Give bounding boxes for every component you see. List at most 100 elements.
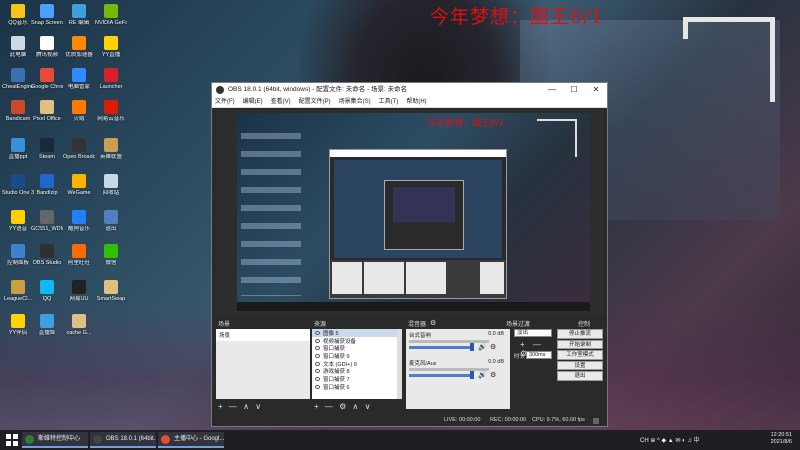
menu-item[interactable]: 编辑(E) [243, 97, 263, 107]
menu-item[interactable]: 配置文件(P) [299, 97, 331, 107]
desktop-icon[interactable]: OBS Studio [31, 244, 63, 266]
source-item[interactable]: 文本 (GDI+) 9 [312, 360, 402, 368]
control-button[interactable]: 设置 [557, 360, 603, 370]
taskbar-clock[interactable]: 12:20:51 2021/8/6 [771, 432, 792, 446]
desktop-icon[interactable]: 网易UU [63, 280, 95, 302]
speaker-icon[interactable]: 🔊 [478, 371, 487, 379]
app-icon [11, 174, 25, 188]
obs-window[interactable]: OBS 18.0.1 (64bit, windows) - 配置文件: 未命名 … [211, 82, 608, 427]
source-item[interactable]: 窗口捕获 7 [312, 375, 402, 383]
desktop-icon-label: 控制面板 [6, 260, 29, 266]
desktop-icon[interactable]: QQ [31, 280, 63, 302]
desktop-icon[interactable]: Open Broadcaster [63, 138, 95, 160]
source-item[interactable]: 视频捕获设备 [312, 337, 402, 345]
desktop-icon[interactable]: 优质加速器 [63, 36, 95, 58]
maximize-button[interactable]: ☐ [563, 83, 585, 97]
speaker-icon[interactable]: 🔊 [478, 343, 487, 351]
scene-item[interactable]: 场景 [216, 329, 310, 341]
clock-date: 2021/8/6 [770, 439, 792, 445]
desktop-icon[interactable]: YY直播 [95, 36, 127, 58]
sources-toolbar[interactable]: + — ⚙ ∧ ∨ [314, 402, 372, 411]
transition-select[interactable]: 淡出 [514, 329, 552, 337]
desktop-icon[interactable]: YY伴侣 [2, 314, 34, 336]
visibility-eye-icon[interactable] [315, 346, 320, 351]
visibility-eye-icon[interactable] [315, 338, 320, 343]
desktop-icon[interactable]: RE 编辑 [63, 4, 95, 26]
windows-start-icon[interactable] [6, 434, 18, 446]
taskbar-app-button[interactable]: OBS 18.0.1 (64bit... [90, 432, 156, 448]
desktop-icon[interactable]: 此电脑 [2, 36, 34, 58]
control-button[interactable]: 停止推流 [557, 329, 603, 339]
scenes-list[interactable]: 场景 [216, 329, 310, 399]
source-item[interactable]: 窗口捕获 [312, 344, 402, 352]
desktop-icon[interactable]: 直播ppt [2, 138, 34, 160]
desktop-icon[interactable]: Steam [31, 138, 63, 160]
close-button[interactable]: ✕ [585, 83, 607, 97]
sources-list[interactable]: 图像 5 视频捕获设备 窗口捕获 窗口捕获 9 文本 (GDI+) 9 游戏捕获 8 窗口捕… [312, 329, 402, 399]
source-item[interactable]: 窗口捕获 9 [312, 352, 402, 360]
visibility-eye-icon[interactable] [315, 369, 320, 374]
desktop-icon[interactable]: 回收站 [95, 174, 127, 196]
desktop-icon[interactable]: 电脑管家 [63, 68, 95, 90]
source-item[interactable]: 窗口捕获 6 [312, 383, 402, 391]
gear-icon[interactable]: ⚙ [490, 343, 496, 351]
obs-preview[interactable]: 今年梦想：国王0/1 [216, 110, 604, 315]
volume-slider-handle[interactable] [470, 343, 474, 351]
desktop-icon[interactable]: Pixel Office [31, 100, 63, 122]
desktop-icon[interactable]: Studio One 3 [2, 174, 34, 196]
desktop-icon[interactable]: cache G... [63, 314, 95, 336]
visibility-eye-icon[interactable] [315, 353, 320, 358]
obs-title-bar[interactable]: OBS 18.0.1 (64bit, windows) - 配置文件: 未命名 … [212, 83, 607, 97]
duration-input[interactable]: 300ms [526, 351, 552, 359]
desktop-icon[interactable]: 直播姬 [31, 314, 63, 336]
desktop-icon[interactable]: 微信 [95, 244, 127, 266]
desktop-icon[interactable]: GC551_WDM [31, 210, 63, 232]
desktop-icon[interactable]: NVIDIA GeForce [95, 4, 127, 26]
desktop-icon[interactable]: Google Chrome [31, 68, 63, 90]
desktop-icon[interactable]: Launcher [95, 68, 127, 90]
volume-slider[interactable] [409, 374, 473, 377]
mixer-settings-icon[interactable]: ⚙ [430, 319, 436, 327]
desktop-icon[interactable]: Bandizip [31, 174, 63, 196]
desktop-icon[interactable]: 英雄联盟 [95, 138, 127, 160]
desktop-icon[interactable]: 酷狗音乐 [63, 210, 95, 232]
control-button[interactable]: 退出 [557, 371, 603, 381]
desktop-icon[interactable]: 腾讯视频 [31, 36, 63, 58]
taskbar-app-button[interactable]: 主播中心 - Googl... [158, 432, 224, 448]
app-icon [40, 314, 54, 328]
desktop-icon[interactable]: QQ音乐 [2, 4, 34, 26]
taskbar-app-button[interactable]: 斯维特控制中心 [22, 432, 88, 448]
menu-item[interactable]: 查看(V) [271, 97, 291, 107]
visibility-eye-icon[interactable] [315, 361, 320, 366]
visibility-eye-icon[interactable] [315, 376, 320, 381]
volume-slider-handle[interactable] [470, 371, 474, 379]
control-button[interactable]: 开始录制 [557, 339, 603, 349]
desktop-icon[interactable]: Bandicam [2, 100, 34, 122]
sources-scrollbar[interactable] [397, 329, 402, 399]
visibility-eye-icon[interactable] [315, 384, 320, 389]
source-item[interactable]: 图像 5 [312, 329, 402, 337]
desktop-icon[interactable]: 阿里旺旺 [63, 244, 95, 266]
menu-item[interactable]: 工具(T) [379, 97, 399, 107]
desktop-icon[interactable]: 网易云音乐 [95, 100, 127, 122]
volume-slider[interactable] [409, 346, 473, 349]
system-tray[interactable]: CH ⊕ ^ ◆ ▲ ✉ ◐ ♫ 中 [640, 435, 700, 444]
desktop-icon[interactable]: 火绒 [63, 100, 95, 122]
desktop-icon[interactable]: LeagueCl... [2, 280, 34, 302]
visibility-eye-icon[interactable] [315, 330, 320, 335]
desktop-icon[interactable]: CheatEngine [2, 68, 34, 90]
desktop-icon[interactable]: SmartSwap [95, 280, 127, 302]
scenes-toolbar[interactable]: + — ∧ ∨ [218, 402, 263, 411]
menu-item[interactable]: 文件(F) [215, 97, 235, 107]
desktop-icon[interactable]: Snap Screen 截图工具 [31, 4, 63, 26]
menu-item[interactable]: 场景集合(S) [339, 97, 371, 107]
menu-item[interactable]: 帮助(H) [406, 97, 426, 107]
desktop-icon[interactable]: YY语音 [2, 210, 34, 232]
desktop-icon[interactable]: WeGame [63, 174, 95, 196]
desktop-icon[interactable]: 控制面板 [2, 244, 34, 266]
source-item[interactable]: 游戏捕获 8 [312, 367, 402, 375]
desktop-icon[interactable]: 退出 [95, 210, 127, 232]
gear-icon[interactable]: ⚙ [490, 371, 496, 379]
control-button[interactable]: 工作室模式 [557, 350, 603, 360]
minimize-button[interactable]: — [541, 83, 563, 97]
